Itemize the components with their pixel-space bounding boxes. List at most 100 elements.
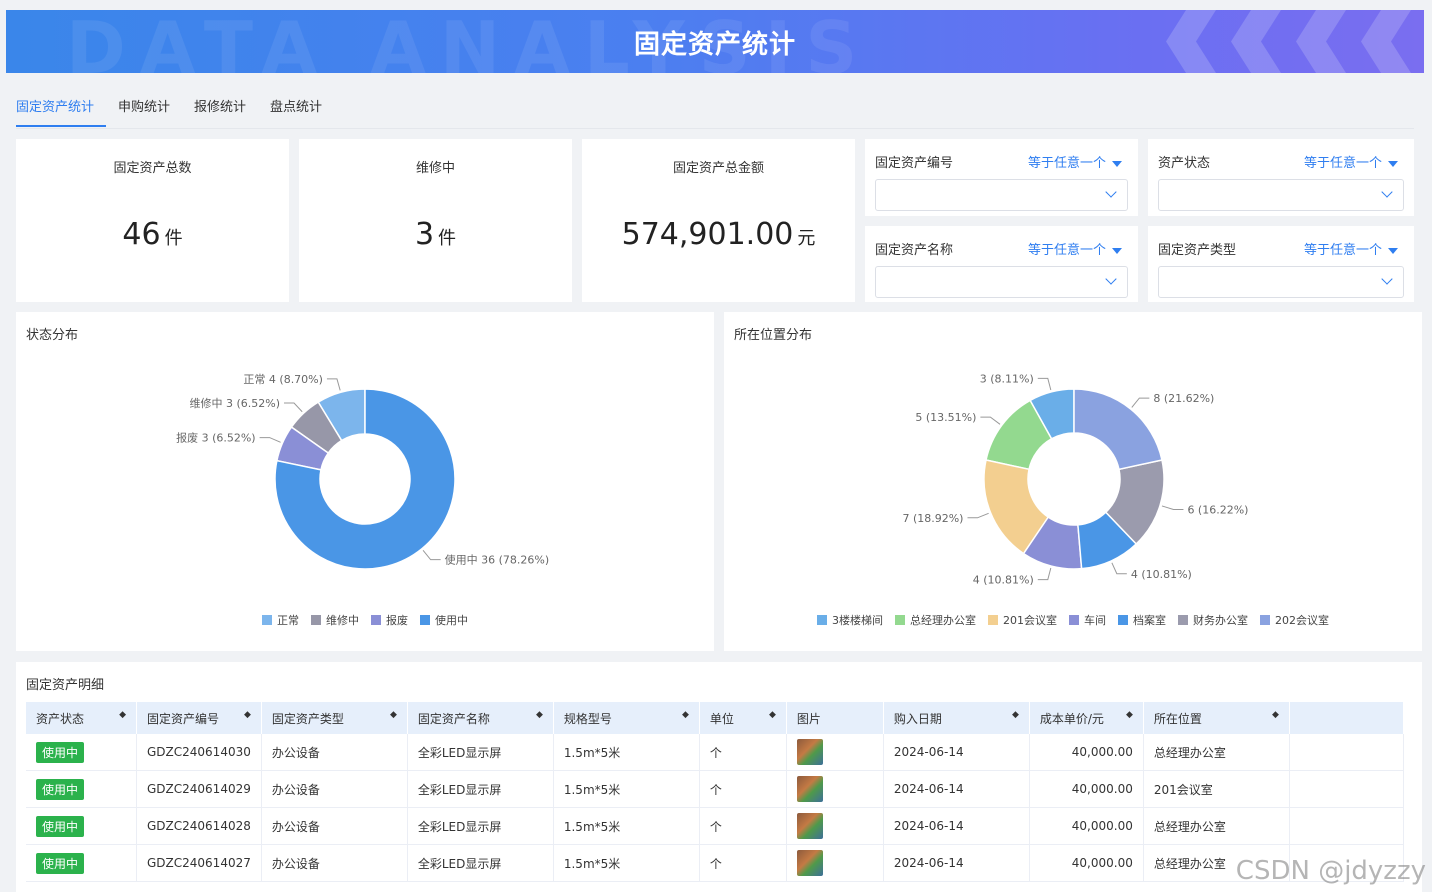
- column-header[interactable]: 所在位置 ◆: [1143, 702, 1290, 734]
- legend-label: 使用中: [435, 614, 468, 627]
- header-banner: DATA ANALYSIS 固定资产统计: [6, 10, 1424, 73]
- legend-item[interactable]: 财务办公室: [1178, 612, 1248, 628]
- pie-label-line: [980, 416, 1001, 425]
- legend-label: 3楼楼梯间: [832, 614, 883, 627]
- table-row[interactable]: 使用中 GDZC240614028 办公设备 全彩LED显示屏 1.5m*5米个 2024…: [26, 807, 1405, 845]
- legend-item[interactable]: 202会议室: [1260, 612, 1329, 628]
- sort-icon[interactable]: ◆: [119, 710, 126, 720]
- table-cell: 1.5m*5米: [553, 807, 700, 845]
- column-header[interactable]: 固定资产名称 ◆: [407, 702, 554, 734]
- legend-label: 报废: [386, 614, 408, 627]
- legend-item[interactable]: 使用中: [420, 612, 468, 628]
- column-label: 规格型号: [563, 711, 612, 726]
- asset-thumbnail-image[interactable]: [796, 739, 823, 765]
- sort-icon[interactable]: ◆: [682, 710, 689, 720]
- stat-card-total-count: 固定资产总数 46 件: [16, 139, 289, 302]
- column-header[interactable]: 固定资产编号 ◆: [136, 702, 262, 734]
- table-row[interactable]: 使用中 GDZC240614027 办公设备 全彩LED显示屏 1.5m*5米个 2024…: [26, 844, 1405, 882]
- stat-label: 维修中: [415, 161, 455, 176]
- stat-label: 固定资产总数: [113, 161, 192, 176]
- pie-data-label: 6 (16.22%): [1187, 503, 1248, 516]
- tab-purchase-stats[interactable]: 申购统计: [118, 96, 182, 127]
- stat-label: 固定资产总金额: [672, 161, 764, 176]
- filter-asset-number: 固定资产编号 等于任意一个: [865, 139, 1138, 216]
- column-header[interactable]: 规格型号 ◆: [553, 702, 700, 734]
- pie-slice-202会议室[interactable]: [1073, 388, 1163, 471]
- legend-item[interactable]: 总经理办公室: [895, 612, 976, 628]
- sort-icon[interactable]: ◆: [244, 710, 251, 720]
- table-cell: 总经理办公室: [1143, 734, 1290, 771]
- asset-number-select[interactable]: [875, 179, 1128, 211]
- legend-label: 车间: [1084, 614, 1106, 627]
- filter-operator-dropdown[interactable]: 等于任意一个: [1304, 239, 1398, 258]
- filter-operator-dropdown[interactable]: 等于任意一个: [1304, 152, 1398, 171]
- asset-thumbnail-image[interactable]: [796, 776, 823, 802]
- filter-operator-label: 等于任意一个: [1027, 156, 1106, 171]
- column-label: 固定资产类型: [271, 711, 344, 726]
- column-header[interactable]: 固定资产类型 ◆: [261, 702, 408, 734]
- table-cell: 办公设备: [261, 807, 408, 845]
- tab-repair-stats[interactable]: 报修统计: [194, 96, 258, 127]
- column-label: 固定资产编号: [147, 711, 220, 726]
- legend-item[interactable]: 维修中: [311, 612, 359, 628]
- asset-thumbnail-image[interactable]: [796, 813, 823, 839]
- filter-operator-dropdown[interactable]: 等于任意一个: [1028, 152, 1122, 171]
- dashboard-page: 固定资产统计 申购统计 报修统计 盘点统计 固定资产总数 46 件 维修中 3件 …: [6, 84, 1424, 892]
- column-header[interactable]: 购入日期 ◆: [883, 702, 1030, 734]
- pie-label-line: [259, 437, 281, 443]
- column-label: 所在位置: [1153, 711, 1202, 726]
- stat-number: 46: [122, 217, 161, 252]
- legend-label: 档案室: [1133, 614, 1166, 627]
- filter-label: 固定资产类型: [1158, 243, 1237, 258]
- tab-bar: 固定资产统计 申购统计 报修统计 盘点统计: [16, 96, 346, 127]
- sort-icon[interactable]: ◆: [1126, 710, 1133, 720]
- table-cell: 全彩LED显示屏: [407, 770, 554, 808]
- legend-item[interactable]: 报废: [371, 612, 408, 628]
- stat-unit: 元: [797, 228, 816, 249]
- column-header[interactable]: 资产状态 ◆: [26, 702, 137, 734]
- table-cell: 2024-06-14: [883, 770, 1030, 808]
- tab-inventory-stats[interactable]: 盘点统计: [270, 96, 334, 127]
- asset-thumbnail-image[interactable]: [796, 850, 823, 876]
- legend-swatch: [817, 615, 827, 625]
- asset-detail-table: 资产状态 ◆ 固定资产编号 ◆ 固定资产类型 ◆ 固定资产名称 ◆ 规格型号 ◆ 单位 ◆ …: [26, 702, 1405, 882]
- column-header[interactable]: 成本单价/元 ◆: [1029, 702, 1144, 734]
- location-distribution-panel: 所在位置分布 3 (8.11%) 5 (13.51%) 7 (18.92%) 4 (1…: [724, 312, 1422, 651]
- stat-unit: 件: [438, 228, 457, 249]
- asset-name-select[interactable]: [875, 266, 1128, 298]
- column-header-spacer: [1289, 702, 1405, 734]
- sort-icon[interactable]: ◆: [769, 710, 776, 720]
- legend-item[interactable]: 车间: [1069, 612, 1106, 628]
- table-cell: 全彩LED显示屏: [407, 807, 554, 845]
- legend-label: 财务办公室: [1193, 614, 1248, 627]
- table-cell: 个: [699, 844, 787, 882]
- caret-down-icon: [1112, 160, 1122, 167]
- table-cell: 1.5m*5米: [553, 844, 700, 882]
- column-header[interactable]: 单位 ◆: [699, 702, 787, 734]
- legend-label: 正常: [277, 614, 299, 627]
- tab-fixed-asset-stats[interactable]: 固定资产统计: [16, 96, 107, 127]
- sort-icon[interactable]: ◆: [1012, 710, 1019, 720]
- table-row[interactable]: 使用中 GDZC240614030 办公设备 全彩LED显示屏 1.5m*5米个 2024…: [26, 734, 1405, 771]
- sort-icon[interactable]: ◆: [1272, 710, 1279, 720]
- pie-label-line: [1131, 397, 1150, 408]
- legend-swatch: [262, 615, 272, 625]
- table-cell: 全彩LED显示屏: [407, 734, 554, 771]
- table-row[interactable]: 使用中 GDZC240614029 办公设备 全彩LED显示屏 1.5m*5米个 2024…: [26, 770, 1405, 808]
- filter-operator-dropdown[interactable]: 等于任意一个: [1028, 239, 1122, 258]
- sort-icon[interactable]: ◆: [390, 710, 397, 720]
- filter-asset-type: 固定资产类型 等于任意一个: [1148, 226, 1414, 302]
- legend-swatch: [1069, 615, 1079, 625]
- column-label: 购入日期: [893, 711, 942, 726]
- sort-icon[interactable]: ◆: [536, 710, 543, 720]
- asset-status-select[interactable]: [1158, 179, 1404, 211]
- stat-number: 574,901.00: [621, 217, 794, 252]
- column-label: 固定资产名称: [417, 711, 490, 726]
- asset-type-select[interactable]: [1158, 266, 1404, 298]
- filter-operator-label: 等于任意一个: [1303, 243, 1382, 258]
- legend-item[interactable]: 正常: [262, 612, 299, 628]
- legend-item[interactable]: 201会议室: [988, 612, 1057, 628]
- filter-operator-label: 等于任意一个: [1303, 156, 1382, 171]
- legend-item[interactable]: 3楼楼梯间: [817, 612, 883, 628]
- legend-item[interactable]: 档案室: [1118, 612, 1166, 628]
